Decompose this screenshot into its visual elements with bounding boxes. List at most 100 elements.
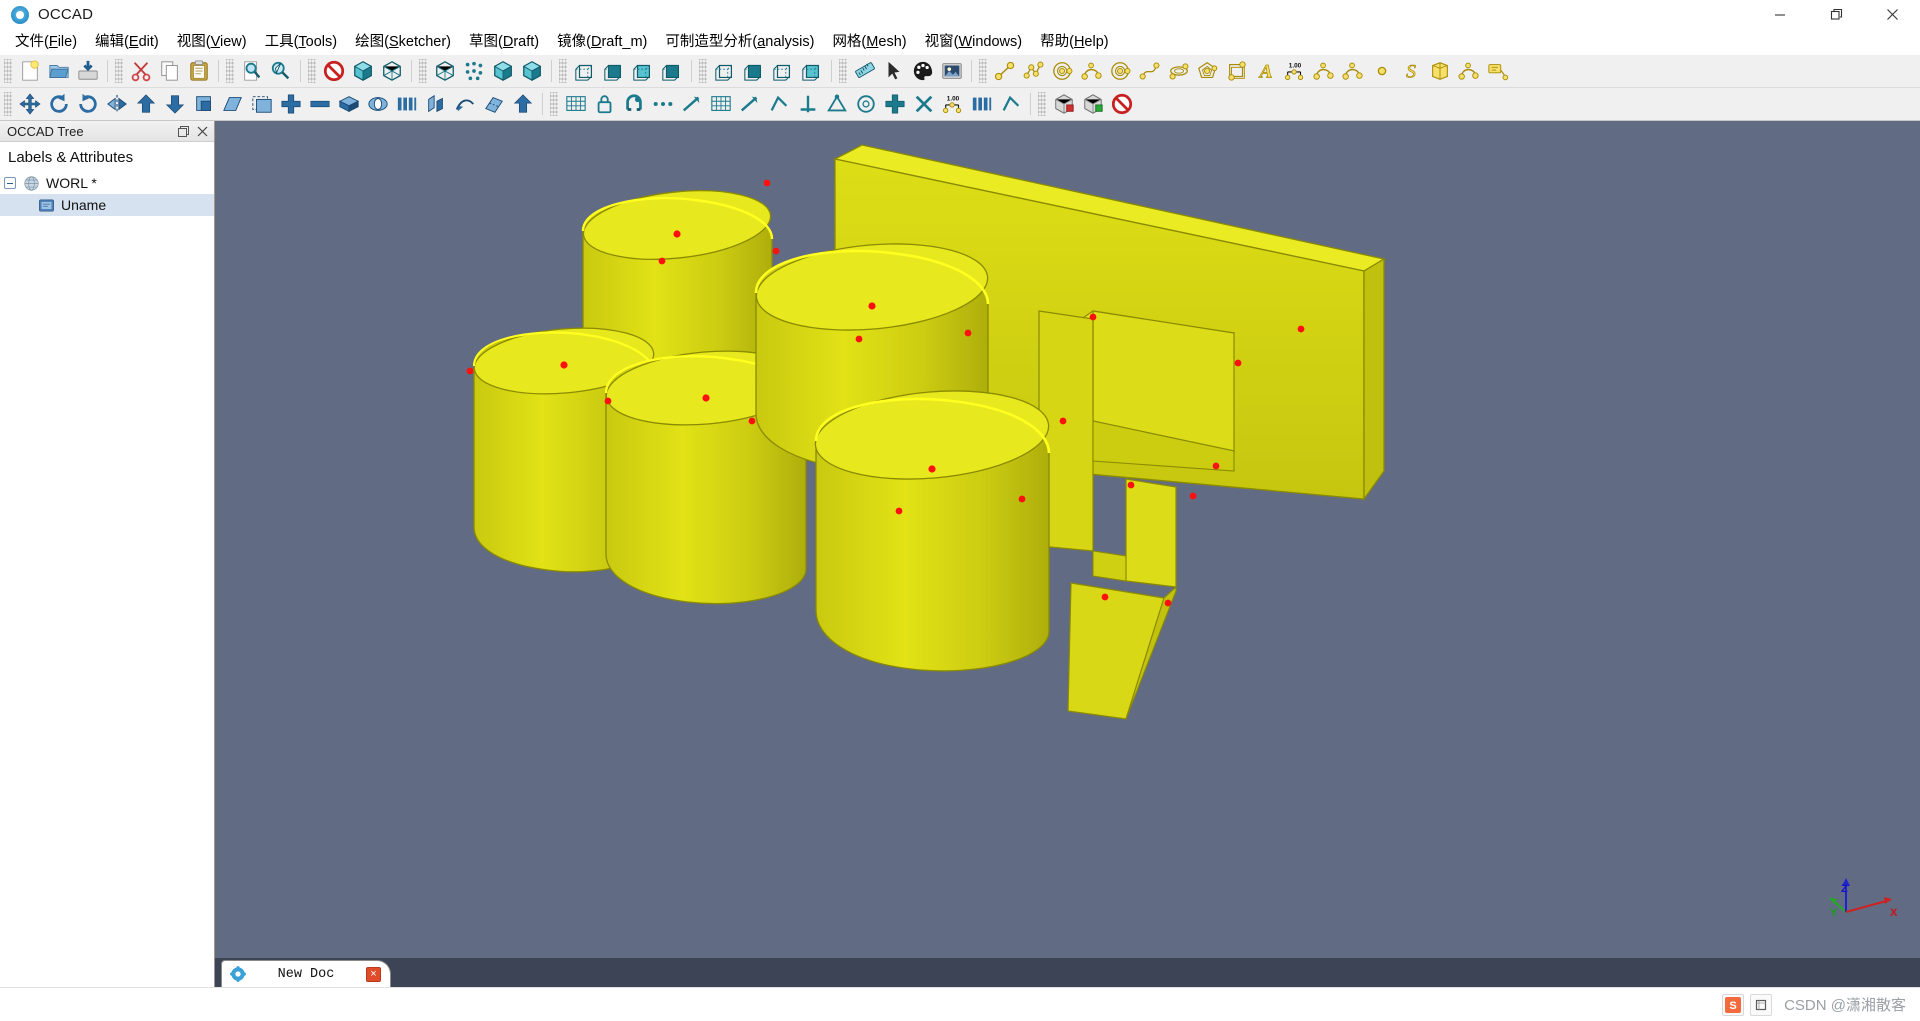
mirror-icon[interactable] (102, 90, 131, 118)
shaded-cube-3-icon[interactable] (517, 57, 546, 85)
close-button[interactable] (1864, 0, 1920, 30)
sketch-arc-icon[interactable] (1077, 57, 1106, 85)
minimize-button[interactable] (1752, 0, 1808, 30)
dimension-icon[interactable]: 1.00 (1280, 57, 1309, 85)
sketch-ellipse-icon[interactable] (1164, 57, 1193, 85)
vertices-dots-icon[interactable] (459, 57, 488, 85)
menu-item-2[interactable]: 编辑(Edit) (86, 31, 168, 53)
menu-item-4[interactable]: 工具(Tools) (256, 31, 347, 53)
sketch-line-icon[interactable] (990, 57, 1019, 85)
maximize-button[interactable] (1808, 0, 1864, 30)
cross-add-icon[interactable] (276, 90, 305, 118)
draft-plus-icon[interactable] (880, 90, 909, 118)
hidden-display-off-icon[interactable] (319, 57, 348, 85)
rotate-cw-icon[interactable] (73, 90, 102, 118)
draw-line-icon[interactable] (735, 90, 764, 118)
translate-move-icon[interactable] (15, 90, 44, 118)
toolbar-grip[interactable] (308, 59, 316, 83)
draw-polyline-icon[interactable] (764, 90, 793, 118)
toolbar-grip[interactable] (979, 59, 987, 83)
mesh-red-icon[interactable] (1049, 90, 1078, 118)
sketch-rectangle-icon[interactable] (1222, 57, 1251, 85)
menu-item-3[interactable]: 视图(View) (168, 31, 256, 53)
view-iso-icon[interactable] (797, 57, 826, 85)
loft-icon[interactable] (421, 90, 450, 118)
resize-grip-icon[interactable] (1750, 993, 1773, 1016)
zoom-window-icon[interactable] (266, 57, 295, 85)
menu-item-9[interactable]: 网格(Mesh) (823, 31, 915, 53)
float-icon[interactable] (175, 123, 191, 139)
toolbar-grip[interactable] (226, 59, 234, 83)
draft-dim-icon[interactable]: 1.00 (938, 90, 967, 118)
document-tab-close-icon[interactable]: × (366, 966, 381, 982)
spline-s-icon[interactable]: S (1396, 57, 1425, 85)
sketch-bezier-icon[interactable] (1135, 57, 1164, 85)
toolbar-grip[interactable] (4, 92, 12, 116)
background-image-icon[interactable] (937, 57, 966, 85)
toolbar-grip[interactable] (4, 59, 12, 83)
3d-viewport[interactable]: Z X Y (215, 121, 1920, 958)
new-document-icon[interactable] (15, 57, 44, 85)
move-down-icon[interactable] (160, 90, 189, 118)
cut-scissors-icon[interactable] (126, 57, 155, 85)
grid-icon[interactable] (561, 90, 590, 118)
measure-ruler-icon[interactable] (850, 57, 879, 85)
extrude-icon[interactable] (1425, 57, 1454, 85)
zoom-fit-page-icon[interactable] (237, 57, 266, 85)
snap-points-icon[interactable] (648, 90, 677, 118)
menu-item-10[interactable]: 视窗(Windows) (916, 31, 1032, 53)
sketch-polygon-icon[interactable] (1193, 57, 1222, 85)
open-folder-icon[interactable] (44, 57, 73, 85)
subtract-icon[interactable] (305, 90, 334, 118)
view-right-icon[interactable] (768, 57, 797, 85)
sketch-arc3p-icon[interactable] (1309, 57, 1338, 85)
draft-circle-icon[interactable] (851, 90, 880, 118)
perpendicular-icon[interactable] (793, 90, 822, 118)
revolve-icon[interactable] (363, 90, 392, 118)
draft-shape-icon[interactable] (996, 90, 1025, 118)
tree-row[interactable]: WORL * (0, 172, 214, 194)
sweep-icon[interactable] (450, 90, 479, 118)
sketch-point-icon[interactable] (1367, 57, 1396, 85)
menu-item-1[interactable]: 文件(File) (6, 31, 86, 53)
draft-triangle-icon[interactable] (822, 90, 851, 118)
view-bottom-icon[interactable] (710, 57, 739, 85)
sketch-concentric-icon[interactable] (1106, 57, 1135, 85)
draft-cross-icon[interactable] (909, 90, 938, 118)
solid-block-icon[interactable] (334, 90, 363, 118)
toolbar-grip[interactable] (115, 59, 123, 83)
shaded-cube-icon[interactable] (348, 57, 377, 85)
menu-item-5[interactable]: 绘图(Sketcher) (346, 31, 460, 53)
save-icon[interactable] (73, 57, 102, 85)
toolbar-grip[interactable] (550, 92, 558, 116)
toolbar-grip[interactable] (839, 59, 847, 83)
annotation-icon[interactable] (1483, 57, 1512, 85)
menu-item-11[interactable]: 帮助(Help) (1031, 31, 1118, 53)
snap-grid-icon[interactable] (706, 90, 735, 118)
snap-edge-icon[interactable] (677, 90, 706, 118)
view-back-icon[interactable] (628, 57, 657, 85)
scale-icon[interactable] (189, 90, 218, 118)
sketch-circle-icon[interactable] (1048, 57, 1077, 85)
toolbar-grip[interactable] (699, 59, 707, 83)
shaded-cube-2-icon[interactable] (488, 57, 517, 85)
move-up-icon[interactable] (131, 90, 160, 118)
toolbar-grip[interactable] (419, 59, 427, 83)
draft-array-icon[interactable] (967, 90, 996, 118)
sketch-polyline-icon[interactable] (1019, 57, 1048, 85)
copy-icon[interactable] (155, 57, 184, 85)
occad-tree[interactable]: WORL * Uname (0, 172, 214, 958)
sogou-ime-icon[interactable]: S (1722, 993, 1745, 1016)
forbidden-icon[interactable] (1107, 90, 1136, 118)
view-front-icon[interactable] (599, 57, 628, 85)
tree-expander-icon[interactable] (4, 177, 16, 189)
menu-item-6[interactable]: 草图(Draft) (460, 31, 548, 53)
offset-icon[interactable] (247, 90, 276, 118)
mesh-green-icon[interactable] (1078, 90, 1107, 118)
wireframe-cube-icon[interactable] (377, 57, 406, 85)
view-top-icon[interactable] (657, 57, 686, 85)
bspline-icon[interactable] (1454, 57, 1483, 85)
sketch-text-icon[interactable]: A (1251, 57, 1280, 85)
lock-icon[interactable] (590, 90, 619, 118)
tree-row[interactable]: Uname (0, 194, 214, 216)
